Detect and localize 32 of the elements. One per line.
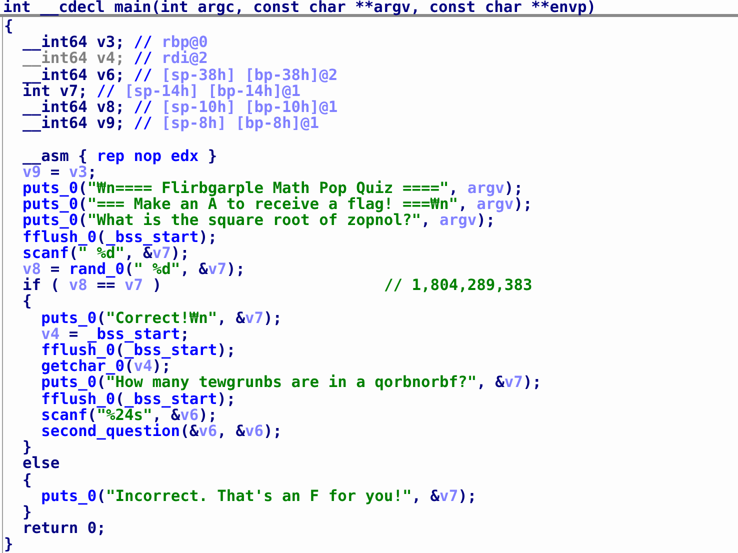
code-line: fflush_0(_bss_start); bbox=[40, 342, 236, 358]
code-line: return 0; bbox=[22, 520, 106, 536]
code-line: scanf("%24s", &v6); bbox=[40, 406, 218, 424]
code-line: int v7; // [sp-14h] [bp-14h]@1 bbox=[22, 82, 301, 100]
code-line: } bbox=[22, 439, 32, 456]
code-line: puts_0("=== Make an A to receive a flag! ===₩n", argv); bbox=[22, 196, 532, 212]
code-line: getchar_0(v4); bbox=[40, 358, 171, 374]
code-line: { bbox=[22, 293, 32, 310]
code-line: { bbox=[4, 18, 14, 34]
code-line: __int64 v8; // [sp-10h] [bp-10h]@1 bbox=[22, 99, 338, 116]
code-line: if ( v8 == v7 ) // 1,804,289,383 bbox=[22, 277, 532, 294]
code-line: { bbox=[22, 472, 32, 488]
code-line: __int64 v9; // [sp-8h] [bp-8h]@1 bbox=[22, 115, 320, 132]
code-line: second_question(&v6, &v6); bbox=[40, 423, 282, 440]
code-line: v8 = rand_0(" %d", &v7); bbox=[22, 261, 246, 278]
code-line: __int64 v4; // rdi@2 bbox=[22, 50, 208, 67]
code-line: puts_0("How many tewgrunbs are in a qorbnorbf?", &v7); bbox=[40, 374, 542, 391]
code-line: __int64 v6; // [sp-38h] [bp-38h]@2 bbox=[22, 66, 338, 83]
code-line: puts_0("Incorrect. That's an F for you!", &v7); bbox=[40, 488, 477, 504]
code-line: } bbox=[4, 536, 14, 553]
code-line: puts_0("What is the square root of zopnol?", argv); bbox=[22, 212, 496, 229]
code-line: __asm { rep nop edx } bbox=[22, 148, 218, 164]
code-line: __int64 v3; // rbp@0 bbox=[22, 34, 208, 50]
code-line: v9 = v3; bbox=[22, 164, 97, 180]
code-line: puts_0("₩n==== Flirbgarple Math Pop Quiz ====", argv); bbox=[22, 180, 523, 196]
code-line: scanf(" %d", &v7); bbox=[22, 244, 190, 262]
code-line: puts_0("Correct!₩n", &v7); bbox=[40, 310, 282, 326]
code-line: } bbox=[22, 504, 32, 520]
code-line: fflush_0(_bss_start); bbox=[22, 228, 218, 245]
code-line: else bbox=[22, 455, 60, 472]
code-line: fflush_0(_bss_start); bbox=[40, 390, 236, 407]
code-line: v4 = _bss_start; bbox=[40, 326, 190, 342]
